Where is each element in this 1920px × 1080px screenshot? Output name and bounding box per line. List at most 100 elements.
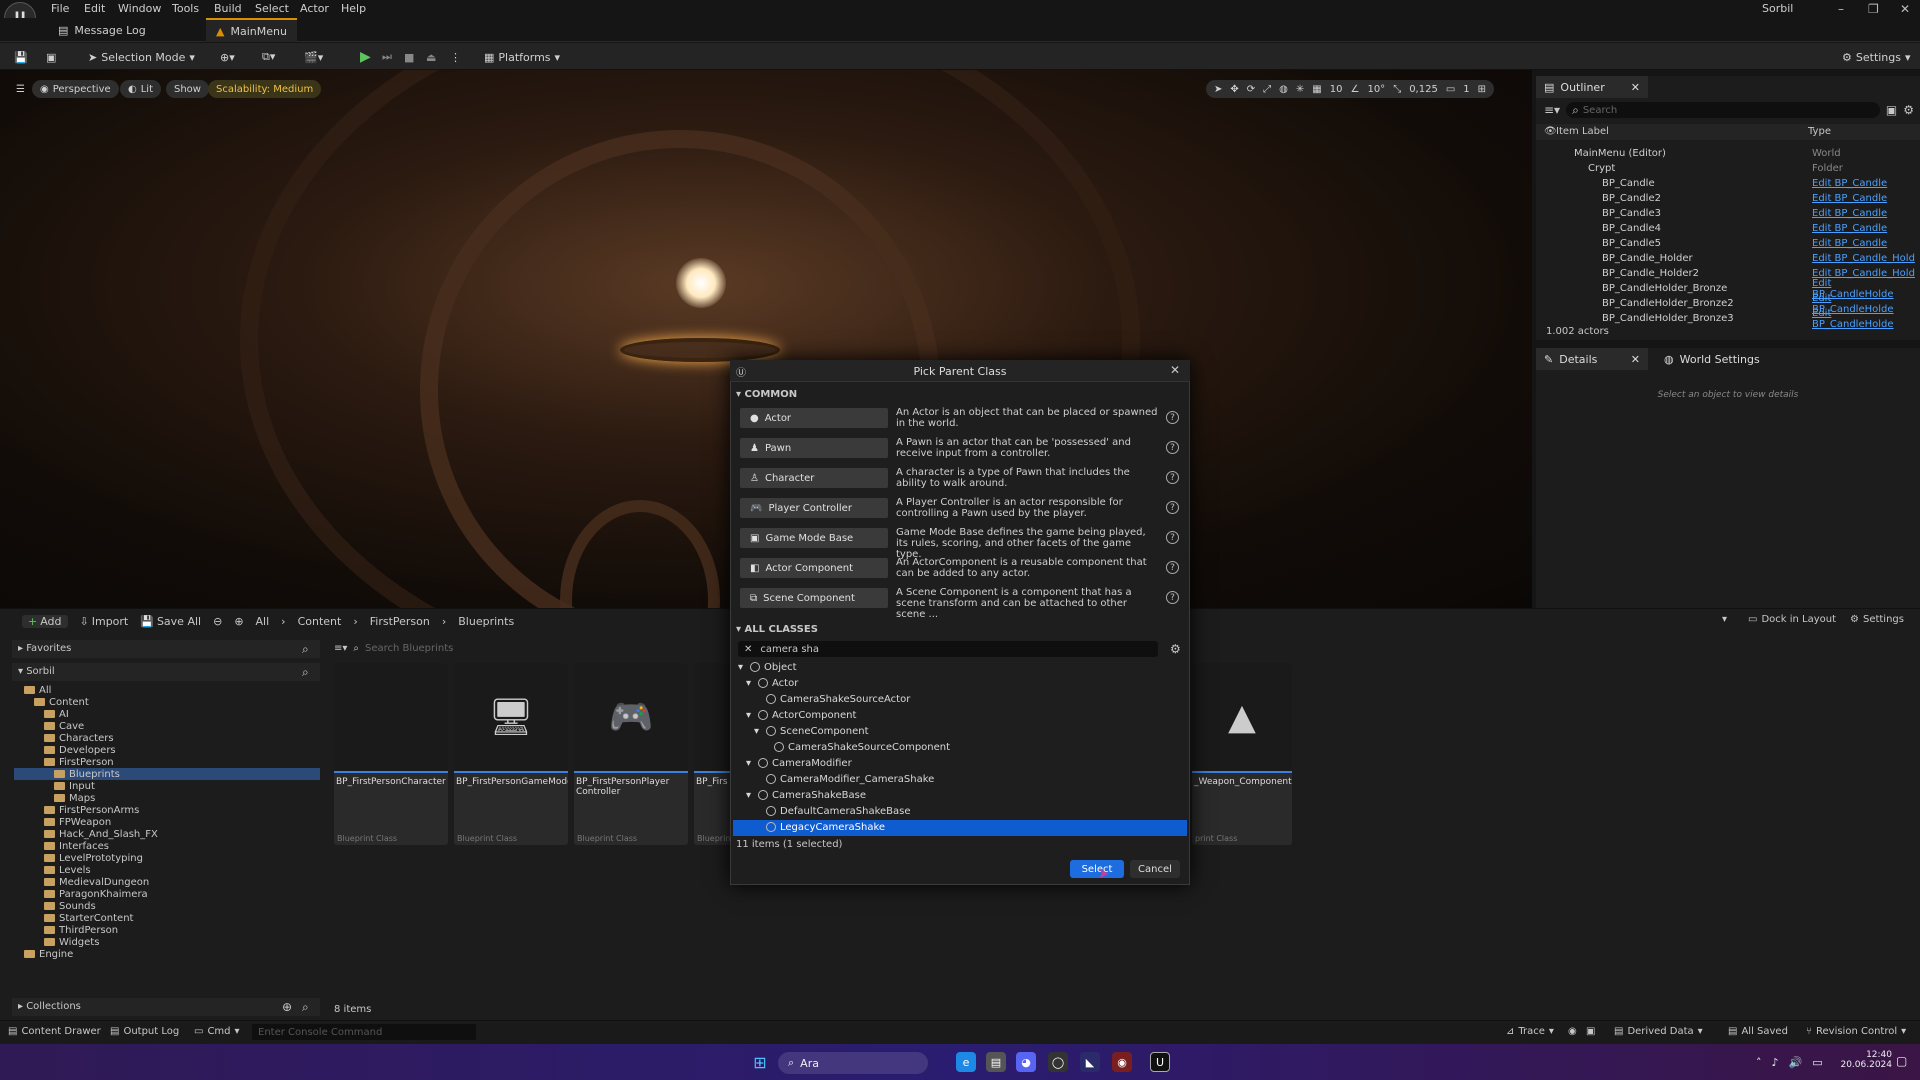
common-class-button[interactable]: ♙ Character xyxy=(740,468,888,488)
help-icon[interactable]: ? xyxy=(1166,501,1179,514)
expand-arrow-icon[interactable]: ▾ xyxy=(746,710,754,721)
breadcrumb-all[interactable]: All xyxy=(256,615,270,628)
col-type[interactable]: Type xyxy=(1808,126,1831,137)
help-icon[interactable]: ? xyxy=(1166,471,1179,484)
visual-studio-icon[interactable]: ◣ xyxy=(1080,1052,1100,1072)
outliner-item-type[interactable]: Edit BP_Candle xyxy=(1812,193,1887,204)
tab-world-settings[interactable]: ◍ World Settings xyxy=(1656,348,1768,370)
class-tree-item[interactable]: ▾ SceneComponent xyxy=(754,724,869,738)
folder-item[interactable]: FirstPerson xyxy=(44,756,114,768)
settings-button[interactable]: ⚙ Settings ▾ xyxy=(1838,47,1915,67)
common-class-button[interactable]: ▣ Game Mode Base xyxy=(740,528,888,548)
folder-item[interactable]: Interfaces xyxy=(44,840,109,852)
chandelier-light[interactable] xyxy=(676,258,726,308)
asset-search-input[interactable]: Search Blueprints xyxy=(365,643,453,654)
folder-item[interactable]: Maps xyxy=(54,792,95,804)
add-folder-icon[interactable]: ▣ xyxy=(1886,103,1897,117)
play-icon[interactable]: ▶ xyxy=(356,47,375,67)
close-icon[interactable]: ✕ xyxy=(1631,81,1640,94)
cmd-dropdown[interactable]: ▭ Cmd ▾ xyxy=(194,1026,240,1037)
folder-item[interactable]: ThirdPerson xyxy=(44,924,118,936)
world-icon[interactable]: ◍ xyxy=(1279,84,1288,95)
platforms-button[interactable]: ▦ Platforms ▾ xyxy=(480,47,564,67)
save-all-button[interactable]: 💾 Save All xyxy=(140,615,201,628)
content-icon[interactable]: ▣ xyxy=(42,47,60,67)
chrome-icon[interactable]: ◉ xyxy=(1112,1052,1132,1072)
trace-dropdown[interactable]: ⊿ Trace ▾ xyxy=(1506,1026,1554,1037)
add-actor-button[interactable]: ⊕▾ xyxy=(216,47,239,67)
notification-icon[interactable]: ▢ xyxy=(1896,1054,1907,1068)
selection-mode-button[interactable]: ➤ Selection Mode ▾ xyxy=(84,47,199,67)
common-class-button[interactable]: 🎮 Player Controller xyxy=(740,498,888,518)
chevron-up-icon[interactable]: ˄ xyxy=(1756,1056,1762,1069)
add-collection-icon[interactable]: ⊕ xyxy=(282,1000,292,1014)
network-icon[interactable]: ▭ xyxy=(1812,1056,1822,1069)
viewport-transform-tools[interactable]: ➤ ✥ ⟳ ⤢ ◍ ✳ ▦ 10 ∠ 10° ⤡ 0,125 ▭ 1 ⊞ xyxy=(1206,80,1495,98)
select-icon[interactable]: ➤ xyxy=(1214,84,1222,95)
close-icon[interactable]: ✕ xyxy=(1170,363,1180,377)
common-section-header[interactable]: ▾ COMMON xyxy=(736,389,797,400)
outliner-row[interactable]: MainMenu (Editor) World xyxy=(1546,146,1916,161)
help-icon[interactable]: ? xyxy=(1166,441,1179,454)
outliner-search-input[interactable]: ⌕ Search xyxy=(1566,102,1880,118)
outliner-row[interactable]: BP_Candle4 Edit BP_Candle xyxy=(1546,221,1916,236)
folder-item[interactable]: Developers xyxy=(44,744,116,756)
filter-icon[interactable]: ≡▾ xyxy=(334,643,347,654)
close-icon[interactable]: ✕ xyxy=(1900,2,1910,16)
folder-item[interactable]: Blueprints xyxy=(54,768,120,780)
expand-arrow-icon[interactable]: ▾ xyxy=(738,662,746,673)
outliner-item-type[interactable]: Edit BP_Candle xyxy=(1812,238,1887,249)
menu-actor[interactable]: Actor xyxy=(300,2,329,15)
file-explorer-icon[interactable]: ▤ xyxy=(986,1052,1006,1072)
class-tree-item[interactable]: ▾ Actor xyxy=(746,676,798,690)
class-tree-item[interactable]: DefaultCameraShakeBase xyxy=(754,804,911,818)
more-options-icon[interactable]: ⋮ xyxy=(446,47,465,67)
menu-build[interactable]: Build xyxy=(214,2,242,15)
import-button[interactable]: ⇩ Import xyxy=(80,615,129,628)
unreal-engine-icon[interactable]: U xyxy=(1150,1052,1170,1072)
menu-file[interactable]: File xyxy=(51,2,69,15)
expand-arrow-icon[interactable]: ▾ xyxy=(754,726,762,737)
console-input[interactable]: Enter Console Command xyxy=(252,1024,476,1040)
move-icon[interactable]: ✥ xyxy=(1230,84,1238,95)
volume-icon[interactable]: 🔊 xyxy=(1789,1056,1803,1069)
minimize-icon[interactable]: – xyxy=(1838,2,1844,16)
outliner-item-type[interactable]: Edit BP_Candle xyxy=(1812,223,1887,234)
snap-icon[interactable]: ✳ xyxy=(1296,84,1304,95)
menu-edit[interactable]: Edit xyxy=(84,2,105,15)
dock-in-layout-button[interactable]: ▭ Dock in Layout xyxy=(1748,614,1836,625)
history-back-icon[interactable]: ⊖ xyxy=(213,615,222,628)
col-item-label[interactable]: Item Label xyxy=(1556,126,1609,137)
class-search-input[interactable]: ✕ camera sha xyxy=(738,641,1158,657)
outliner-row[interactable]: BP_CandleHolder_Bronze3 Edit BP_CandleHol… xyxy=(1546,308,1916,330)
search-icon[interactable]: ⌕ xyxy=(302,1000,309,1015)
expand-arrow-icon[interactable]: ▾ xyxy=(746,678,754,689)
breadcrumb-content[interactable]: Content xyxy=(298,615,342,628)
tab-message-log[interactable]: ▤ Message Log xyxy=(48,18,156,42)
search-icon[interactable]: ⌕ xyxy=(302,665,309,680)
asset-tile[interactable]: BP_Firs Blueprin xyxy=(694,663,730,845)
outliner-item-type[interactable]: Edit BP_Candle xyxy=(1812,178,1887,189)
camera-speed-icon[interactable]: ▭ xyxy=(1446,84,1455,95)
close-icon[interactable]: ✕ xyxy=(1631,353,1640,366)
folder-item[interactable]: AI xyxy=(44,708,69,720)
rotate-icon[interactable]: ⟳ xyxy=(1247,84,1255,95)
common-class-button[interactable]: ♟ Pawn xyxy=(740,438,888,458)
github-icon[interactable]: ◯ xyxy=(1048,1052,1068,1072)
scale-snap-icon[interactable]: ⤡ xyxy=(1393,84,1401,95)
show-button[interactable]: Show xyxy=(166,80,209,98)
gear-icon[interactable]: ⚙ xyxy=(1170,642,1181,656)
screenshot-icon[interactable]: ▣ xyxy=(1586,1026,1595,1037)
common-class-button[interactable]: ● Actor xyxy=(740,408,888,428)
outliner-item-type[interactable]: Edit BP_CandleHolde xyxy=(1812,308,1916,330)
output-log-button[interactable]: ▤ Output Log xyxy=(110,1026,179,1037)
folder-item[interactable]: StarterContent xyxy=(44,912,133,924)
help-icon[interactable]: ? xyxy=(1166,591,1179,604)
menu-tools[interactable]: Tools xyxy=(172,2,199,15)
revision-control-dropdown[interactable]: ⑂ Revision Control ▾ xyxy=(1806,1026,1906,1037)
folder-item[interactable]: LevelPrototyping xyxy=(44,852,143,864)
help-icon[interactable]: ? xyxy=(1166,411,1179,424)
class-tree-item[interactable]: CameraModifier_CameraShake xyxy=(754,772,934,786)
outliner-item-type[interactable]: Edit BP_Candle_Hold xyxy=(1812,253,1915,264)
gear-icon[interactable]: ⚙ xyxy=(1903,103,1914,117)
